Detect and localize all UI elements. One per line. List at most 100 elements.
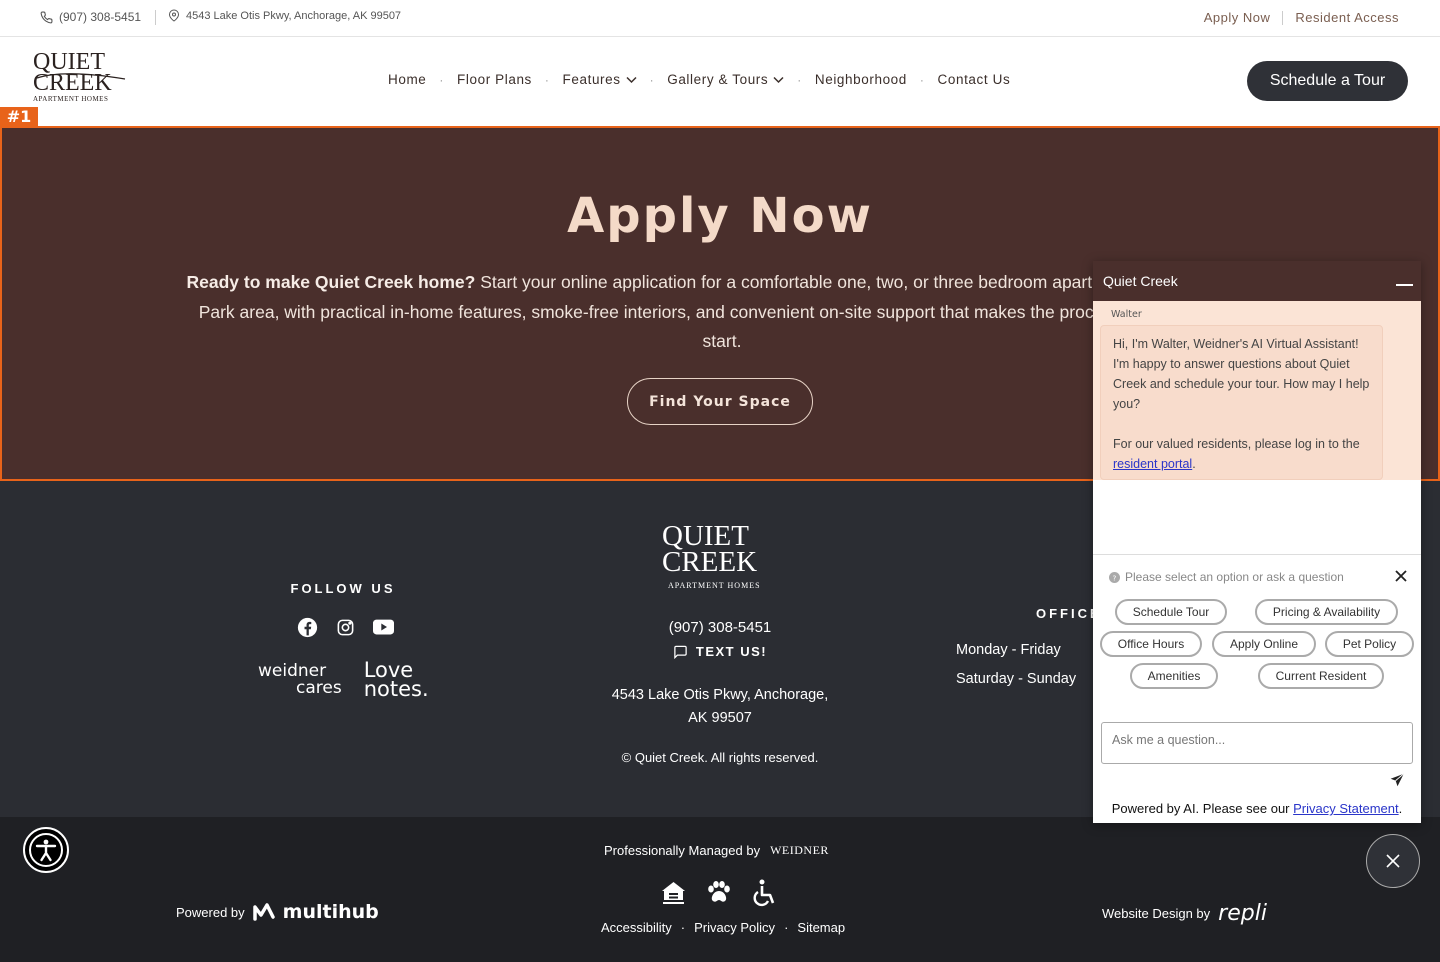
nav-contact[interactable]: Contact Us <box>938 72 1011 87</box>
nav-gallery-tours[interactable]: Gallery & Tours <box>667 72 784 87</box>
logo-text-line3: APARTMENT HOMES <box>33 95 109 103</box>
chip-apply-online[interactable]: Apply Online <box>1212 631 1316 657</box>
chip-pricing[interactable]: Pricing & Availability <box>1255 599 1398 625</box>
accessibility-person-icon <box>29 833 63 867</box>
close-icon <box>1386 854 1400 868</box>
svg-text:?: ? <box>1113 573 1117 582</box>
nav-floor-plans[interactable]: Floor Plans <box>457 72 532 87</box>
topbar-address-link[interactable]: 4543 Lake Otis Pkwy, Anchorage, AK 99507 <box>168 9 401 22</box>
topbar-phone-link[interactable]: (907) 308-5451 <box>40 10 141 24</box>
legal-separator: · <box>680 920 686 935</box>
multihub-logo[interactable]: multihub <box>283 901 379 923</box>
chat-title: Quiet Creek <box>1103 273 1178 289</box>
powered-by: Powered by multihub <box>176 901 379 923</box>
footer-address-line1: 4543 Lake Otis Pkwy, Anchorage, <box>611 687 829 703</box>
nav-separator: · <box>797 72 802 87</box>
chat-minimize-icon[interactable] <box>1396 284 1413 286</box>
hero-title: Apply Now <box>567 188 873 244</box>
send-icon[interactable] <box>1390 773 1405 787</box>
topbar-phone-text: (907) 308-5451 <box>59 10 142 24</box>
nav-separator: · <box>919 72 925 87</box>
chip-office-hours[interactable]: Office Hours <box>1100 631 1202 657</box>
chat-input[interactable]: Ask me a question... <box>1101 722 1413 764</box>
help-circle-icon: ? <box>1109 571 1120 583</box>
footer-logo-line2: CREEK <box>662 546 758 578</box>
chat-close-button[interactable] <box>1366 834 1420 888</box>
chip-schedule-tour[interactable]: Schedule Tour <box>1115 599 1227 625</box>
multihub-mark-icon <box>252 903 275 921</box>
phone-icon <box>40 11 53 23</box>
privacy-statement-link[interactable]: Privacy Statement <box>1293 801 1399 816</box>
chip-current-resident[interactable]: Current Resident <box>1258 663 1384 689</box>
close-icon[interactable] <box>1395 570 1407 582</box>
hours-weekday: Monday - Friday <box>956 642 1061 658</box>
accessibility-widget-button[interactable] <box>23 827 69 873</box>
footer-address[interactable]: 4543 Lake Otis Pkwy, Anchorage, AK 99507 <box>560 684 880 730</box>
chat-agent-name: Walter <box>1111 309 1142 320</box>
sitemap-link[interactable]: Sitemap <box>797 920 845 935</box>
equal-housing-icon <box>662 882 685 904</box>
nav-separator: · <box>439 72 445 87</box>
compliance-icons <box>660 879 777 907</box>
chip-amenities[interactable]: Amenities <box>1130 663 1218 689</box>
topbar-apply-now-link[interactable]: Apply Now <box>1204 10 1271 25</box>
find-your-space-button[interactable]: Find Your Space <box>627 378 813 425</box>
legal-separator: · <box>784 920 789 935</box>
nav-features[interactable]: Features <box>563 72 637 87</box>
weidner-cares-logo[interactable]: weidner cares <box>258 663 342 697</box>
website-design-by: Website Design by repli <box>1102 901 1267 926</box>
resident-portal-link[interactable]: resident portal <box>1113 457 1192 471</box>
instagram-link[interactable] <box>334 616 356 638</box>
main-nav: Home · Floor Plans · Features · Gallery … <box>388 72 1010 87</box>
topbar-address-text: 4543 Lake Otis Pkwy, Anchorage, AK 99507 <box>186 9 402 22</box>
youtube-icon <box>372 619 394 635</box>
topbar-links: Apply Now Resident Access <box>1204 10 1399 25</box>
footer-logo-line3: APARTMENT HOMES <box>668 581 761 590</box>
chat-message-bubble: Hi, I'm Walter, Weidner's AI Virtual Ass… <box>1100 325 1383 480</box>
nav-neighborhood[interactable]: Neighborhood <box>815 72 907 87</box>
love-notes-logo[interactable]: Love notes. <box>363 660 429 701</box>
nav-features-label: Features <box>562 72 621 87</box>
nav-home[interactable]: Home <box>388 72 426 87</box>
hours-weekend: Saturday - Sunday <box>956 671 1077 687</box>
nav-separator: · <box>649 72 655 87</box>
follow-us-heading: FOLLOW US <box>290 581 396 596</box>
site-header: QUIET CREEK APARTMENT HOMES Home · Floor… <box>0 37 1440 126</box>
pet-friendly-icon <box>708 881 730 902</box>
wheelchair-accessible-icon <box>753 879 775 907</box>
youtube-link[interactable] <box>372 616 394 638</box>
weidner-logo[interactable]: WEIDNER <box>770 843 829 858</box>
privacy-policy-link[interactable]: Privacy Policy <box>694 920 775 935</box>
text-us-link[interactable]: TEXT US! <box>560 644 880 659</box>
office-hours-heading: OFFICE <box>1036 606 1102 621</box>
topbar-resident-access-link[interactable]: Resident Access <box>1295 10 1399 25</box>
schedule-tour-button[interactable]: Schedule a Tour <box>1247 61 1408 101</box>
copyright-text: © Quiet Creek. All rights reserved. <box>621 750 819 765</box>
footer-phone-link[interactable]: (907) 308-5451 <box>560 619 880 636</box>
chat-widget: Quiet Creek Walter Hi, I'm Walter, Weidn… <box>1093 261 1421 823</box>
site-logo[interactable]: QUIET CREEK APARTMENT HOMES <box>33 50 129 111</box>
chat-header: Quiet Creek <box>1093 261 1421 301</box>
managed-by-label: Professionally Managed by <box>604 843 761 858</box>
location-pin-icon <box>168 9 180 22</box>
facebook-link[interactable] <box>296 616 318 638</box>
hero-lead: Ready to make Quiet Creek home? <box>186 272 476 292</box>
repli-logo[interactable]: repli <box>1218 901 1267 926</box>
chat-prompt-text: Please select an option or ask a questio… <box>1125 570 1344 584</box>
chip-pet-policy[interactable]: Pet Policy <box>1325 631 1414 657</box>
social-links <box>296 616 394 638</box>
design-by-label: Website Design by <box>1102 906 1211 921</box>
section-highlight-tag: #1 <box>0 107 38 126</box>
utility-bar: (907) 308-5451 4543 Lake Otis Pkwy, Anch… <box>0 0 1440 37</box>
accessibility-link[interactable]: Accessibility <box>601 920 672 935</box>
love-notes-line2: notes. <box>363 677 429 701</box>
chat-resident-message: For our valued residents, please log in … <box>1113 437 1360 471</box>
instagram-icon <box>337 619 353 635</box>
chat-disclaimer-text: Powered by AI. Please see our <box>1111 801 1294 816</box>
text-us-label: TEXT US! <box>695 644 768 659</box>
topbar-links-divider <box>1282 10 1284 25</box>
chat-prompt-bar: ? Please select an option or ask a quest… <box>1093 554 1421 599</box>
chat-greeting: Hi, I'm Walter, Weidner's AI Virtual Ass… <box>1113 337 1370 411</box>
chat-bubble-icon <box>674 645 687 659</box>
logo-swoosh-icon <box>36 73 126 80</box>
